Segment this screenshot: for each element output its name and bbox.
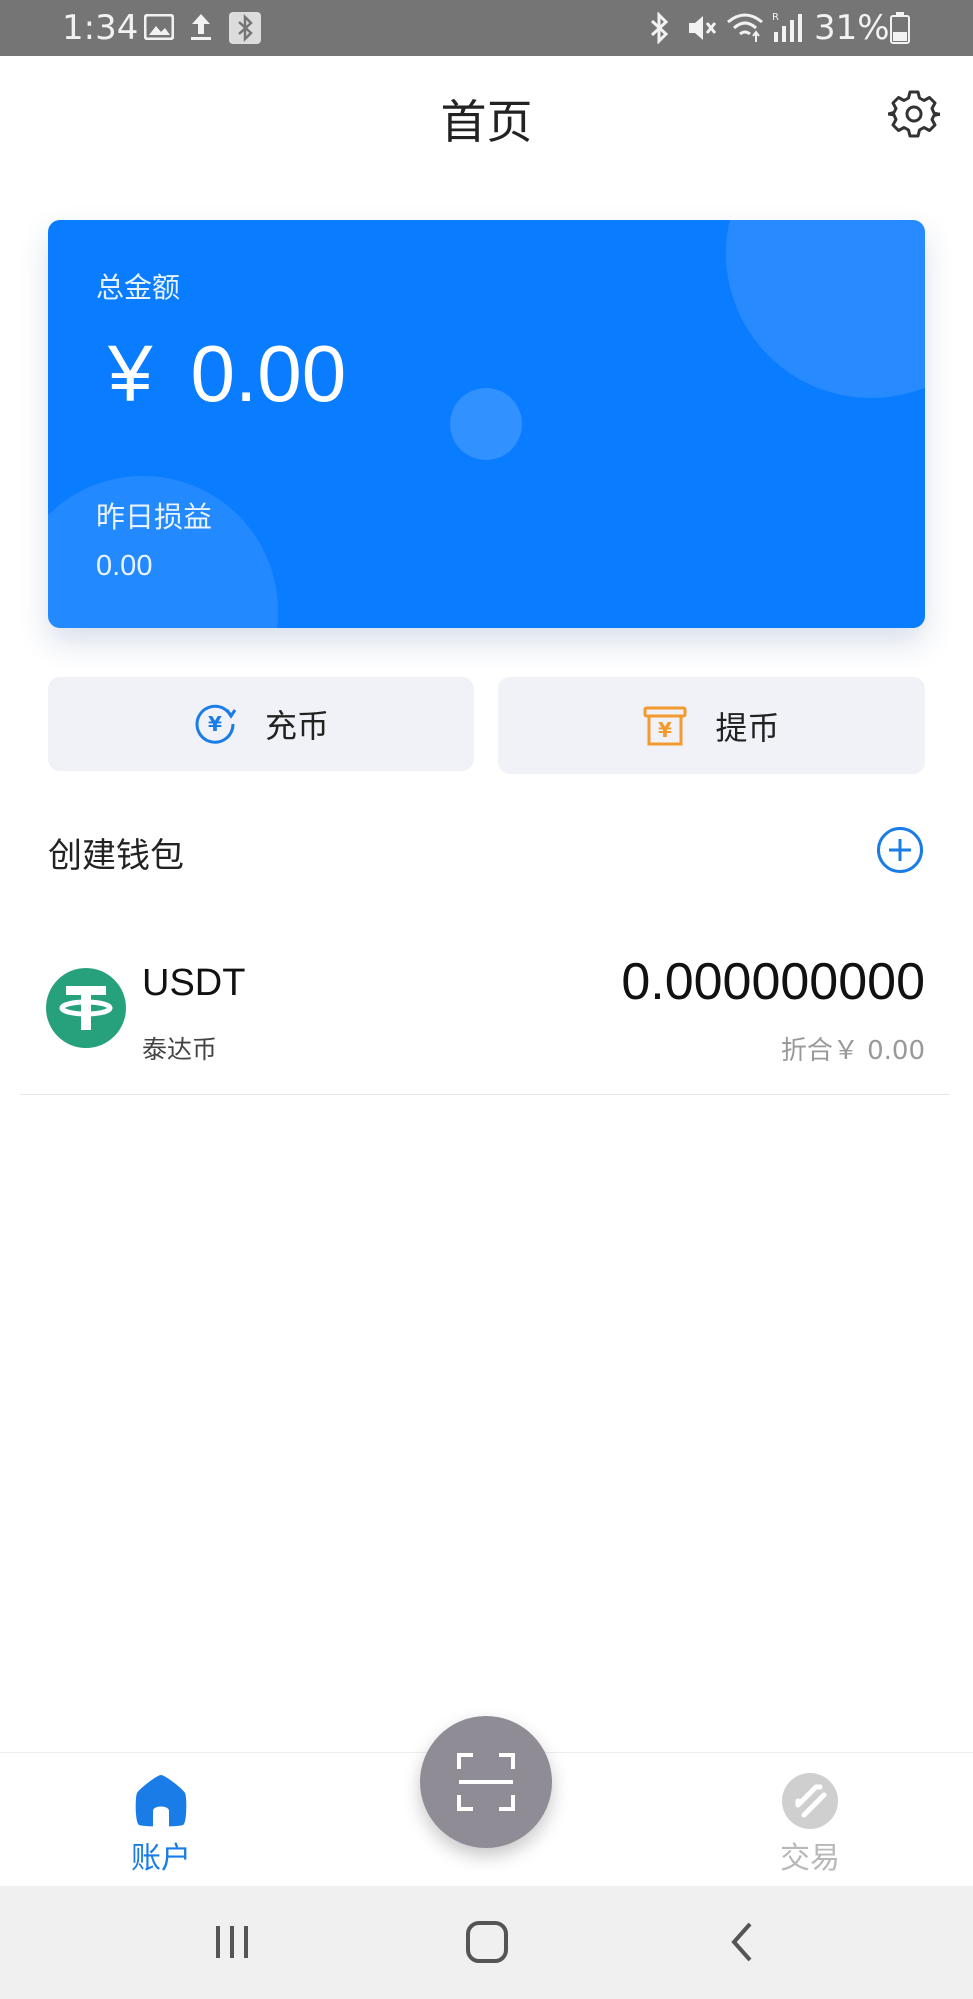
battery-icon xyxy=(890,12,910,44)
trade-icon xyxy=(782,1773,838,1829)
plus-circle-icon[interactable] xyxy=(876,826,924,874)
svg-text:R: R xyxy=(772,12,779,23)
asset-row-usdt[interactable]: USDT 泰达币 0.000000000 折合￥ 0.00 xyxy=(20,920,950,1095)
withdraw-label: 提币 xyxy=(715,708,780,747)
nav-account-label: 账户 xyxy=(131,1841,191,1876)
nav-trade[interactable]: 交易 xyxy=(730,1771,890,1877)
mute-icon xyxy=(689,16,717,40)
bluetooth-icon xyxy=(650,12,669,44)
signal-icon: R xyxy=(772,12,802,42)
back-icon[interactable] xyxy=(712,1914,772,1970)
total-amount: ¥0.00 xyxy=(108,328,346,420)
status-time: 1:34 xyxy=(62,8,139,48)
deposit-icon: ¥ xyxy=(195,704,237,744)
currency-symbol: ¥ xyxy=(108,329,153,418)
coin-symbol: USDT xyxy=(142,962,246,1004)
withdraw-icon: ¥ xyxy=(643,706,687,745)
page-title: 首页 xyxy=(440,95,533,149)
balance-card: 总金额 ¥0.00 昨日损益 0.00 xyxy=(48,220,925,628)
svg-text:¥: ¥ xyxy=(208,712,222,736)
yesterday-pnl-value: 0.00 xyxy=(96,550,153,582)
deposit-label: 充币 xyxy=(264,707,329,745)
system-nav-bar xyxy=(0,1886,973,1999)
scan-button[interactable] xyxy=(420,1716,552,1848)
gear-icon[interactable] xyxy=(888,88,940,140)
image-icon xyxy=(144,14,174,40)
withdraw-button[interactable]: ¥ 提币 xyxy=(498,677,925,774)
home-button-icon[interactable] xyxy=(457,1914,517,1970)
svg-text:¥: ¥ xyxy=(659,718,673,742)
wifi-icon xyxy=(727,13,763,42)
home-icon xyxy=(135,1775,187,1827)
status-bar: 1:34 R 31% xyxy=(0,0,973,56)
scan-icon xyxy=(457,1753,515,1811)
recents-icon[interactable] xyxy=(202,1914,262,1970)
bluetooth-box-icon xyxy=(229,12,261,44)
coin-fiat-value: 折合￥ 0.00 xyxy=(780,1036,925,1066)
battery-percent: 31% xyxy=(814,8,890,48)
yesterday-pnl-label: 昨日损益 xyxy=(96,500,213,534)
nav-account[interactable]: 账户 xyxy=(81,1771,241,1877)
coin-name: 泰达币 xyxy=(142,1035,218,1064)
create-wallet-title: 创建钱包 xyxy=(48,836,184,876)
nav-trade-label: 交易 xyxy=(780,1841,840,1876)
card-decoration xyxy=(726,220,925,398)
total-amount-label: 总金额 xyxy=(96,271,181,304)
coin-amount: 0.000000000 xyxy=(621,953,925,1011)
upload-icon xyxy=(191,14,211,40)
total-amount-value: 0.00 xyxy=(190,329,347,418)
usdt-logo-icon xyxy=(46,968,126,1048)
deposit-button[interactable]: ¥ 充币 xyxy=(48,677,474,771)
card-decoration xyxy=(450,388,522,460)
